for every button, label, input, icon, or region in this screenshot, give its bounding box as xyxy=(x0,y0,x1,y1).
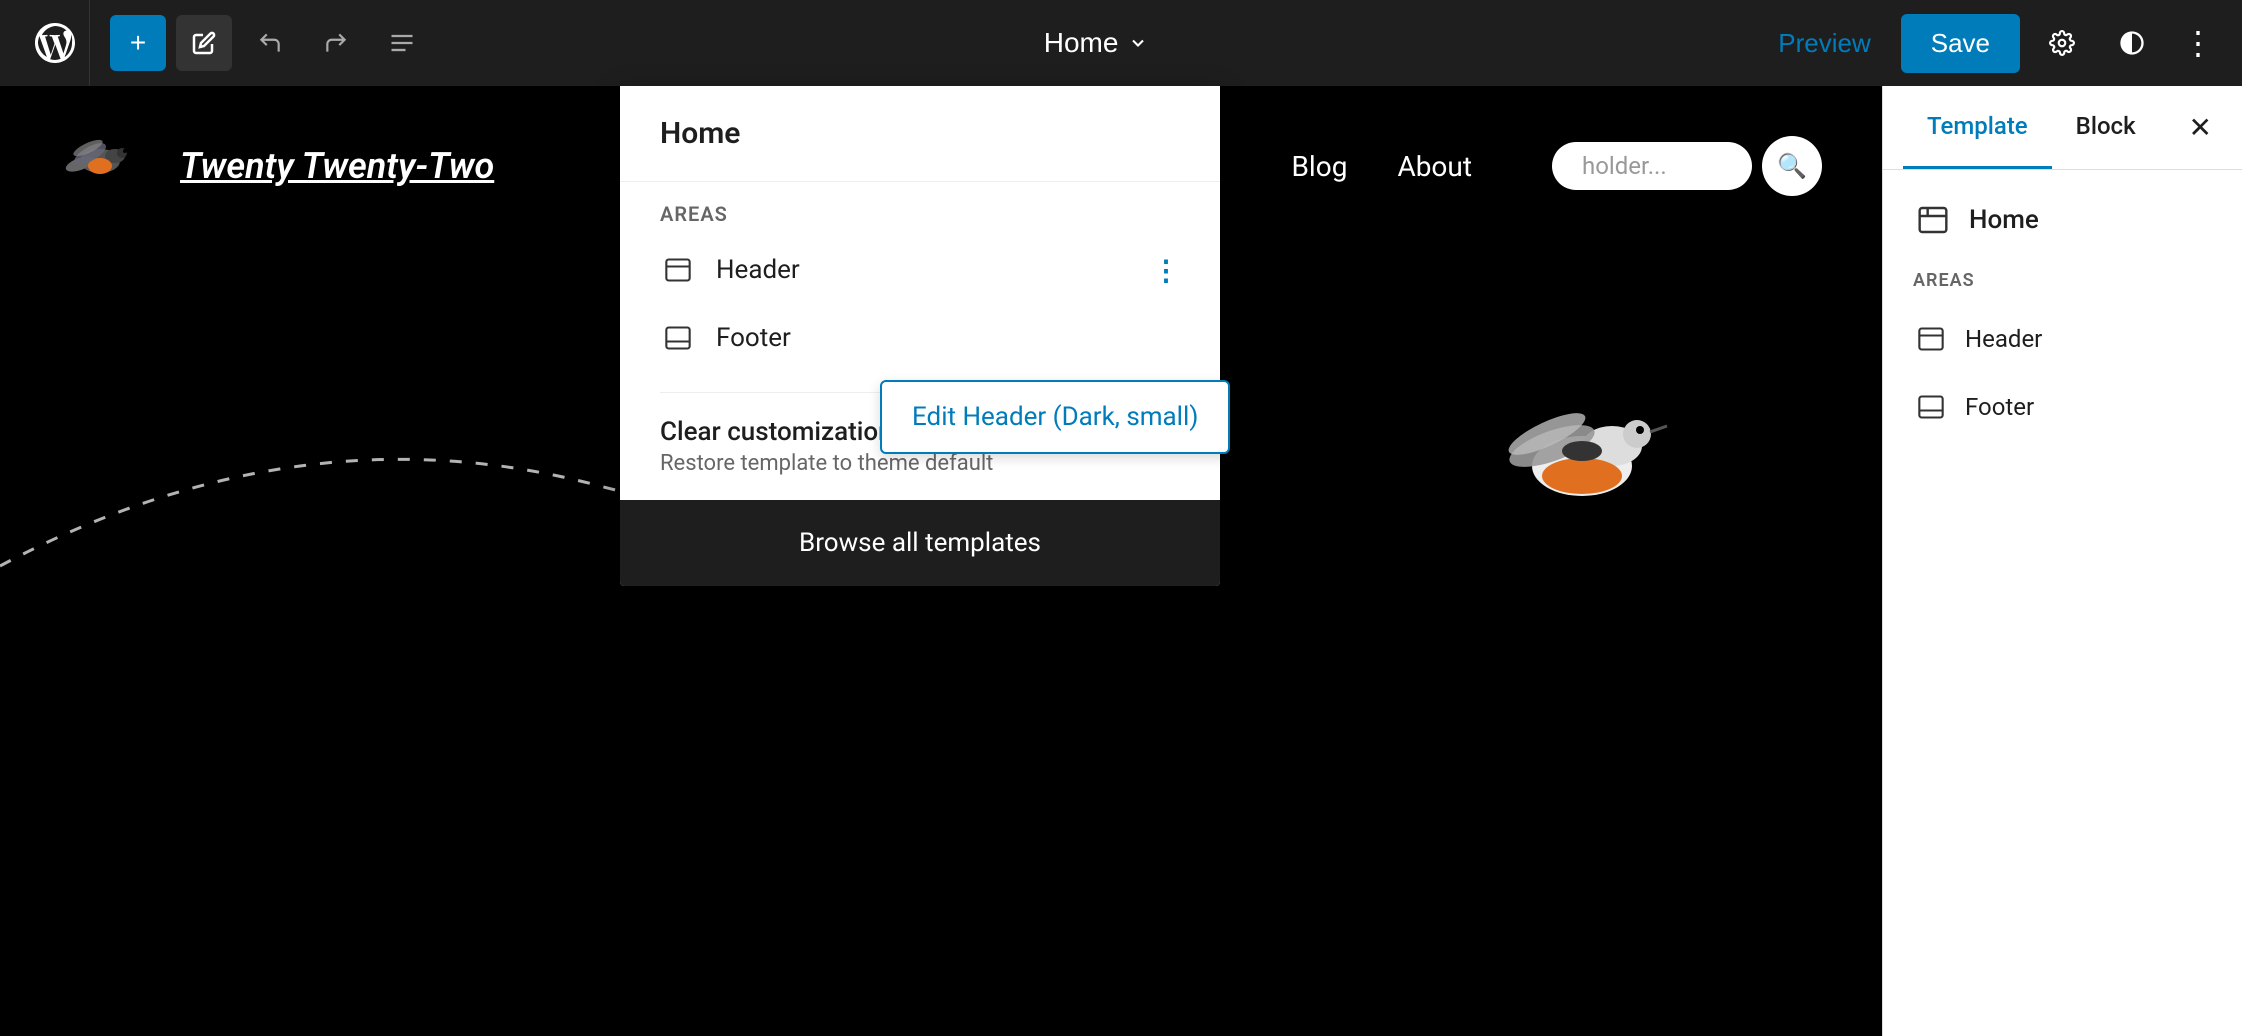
list-view-button[interactable] xyxy=(374,15,430,71)
preview-button[interactable]: Preview xyxy=(1762,20,1886,67)
save-button[interactable]: Save xyxy=(1901,14,2020,73)
edit-button[interactable] xyxy=(176,15,232,71)
sidebar-header-icon xyxy=(1913,321,1949,357)
dropdown-title: Home xyxy=(620,86,1220,182)
more-options-button[interactable]: ⋮ xyxy=(2174,16,2222,70)
sidebar-footer-text: Footer xyxy=(1965,393,2034,421)
add-block-button[interactable]: + xyxy=(110,15,166,71)
nav-links: Blog About holder... 🔍 xyxy=(1291,136,1822,196)
search-area: holder... 🔍 xyxy=(1552,136,1822,196)
sidebar-header-text: Header xyxy=(1965,325,2042,353)
dropdown-header-label: Header xyxy=(716,255,800,285)
header-options-dots[interactable]: ⋮ xyxy=(1152,254,1180,287)
dropdown-areas-section: AREAS Header ⋮ xyxy=(620,182,1220,392)
tab-template[interactable]: Template xyxy=(1903,86,2052,169)
undo-button[interactable] xyxy=(242,15,298,71)
sidebar-home-icon xyxy=(1913,200,1953,240)
dropdown-footer-label: Footer xyxy=(716,323,791,353)
toolbar: + Home Preview xyxy=(0,0,2242,86)
edit-header-popover[interactable]: Edit Header (Dark, small) xyxy=(880,380,1230,454)
dropdown-header-left: Header xyxy=(660,252,800,288)
template-dropdown: Home AREAS Header ⋮ xyxy=(620,86,1220,586)
nav-about[interactable]: About xyxy=(1397,150,1472,183)
page-title-dropdown[interactable]: Home xyxy=(1044,27,1149,59)
sidebar-footer-item[interactable]: Footer xyxy=(1913,373,2212,441)
site-title: Twenty Twenty-Two xyxy=(180,145,494,187)
settings-button[interactable] xyxy=(2034,15,2090,71)
sidebar-tabs: Template Block ✕ xyxy=(1883,86,2242,170)
redo-button[interactable] xyxy=(308,15,364,71)
nav-blog[interactable]: Blog xyxy=(1291,150,1347,183)
toolbar-center: Home xyxy=(440,27,1752,59)
search-button[interactable]: 🔍 xyxy=(1762,136,1822,196)
sidebar-footer-icon xyxy=(1913,389,1949,425)
header-area-icon xyxy=(660,252,696,288)
appearance-button[interactable] xyxy=(2104,15,2160,71)
dropdown-footer-item[interactable]: Footer xyxy=(660,304,1180,372)
tab-block[interactable]: Block xyxy=(2052,86,2160,169)
clear-sub: Restore template to theme default xyxy=(660,451,1180,476)
wp-logo xyxy=(20,0,90,86)
bird-decoration-right xyxy=(1482,366,1682,566)
dropdown-header-item[interactable]: Header ⋮ xyxy=(660,236,1180,304)
footer-area-icon xyxy=(660,320,696,356)
sidebar-home-row: Home xyxy=(1913,200,2212,240)
search-box: holder... xyxy=(1552,142,1752,190)
sidebar-header-item[interactable]: Header xyxy=(1913,305,2212,373)
dropdown-areas-label: AREAS xyxy=(660,202,1180,226)
site-logo xyxy=(60,126,140,206)
page-title-text: Home xyxy=(1044,27,1119,59)
dropdown-footer-left: Footer xyxy=(660,320,791,356)
right-sidebar: Template Block ✕ Home AREAS Header xyxy=(1882,86,2242,1036)
toolbar-right: Preview Save ⋮ xyxy=(1762,14,2222,73)
browse-all-button[interactable]: Browse all templates xyxy=(620,500,1220,586)
sidebar-close-button[interactable]: ✕ xyxy=(2179,101,2222,154)
sidebar-areas-label: AREAS xyxy=(1913,270,2212,291)
sidebar-home-text: Home xyxy=(1969,205,2039,235)
sidebar-content: Home AREAS Header Footer xyxy=(1883,170,2242,471)
